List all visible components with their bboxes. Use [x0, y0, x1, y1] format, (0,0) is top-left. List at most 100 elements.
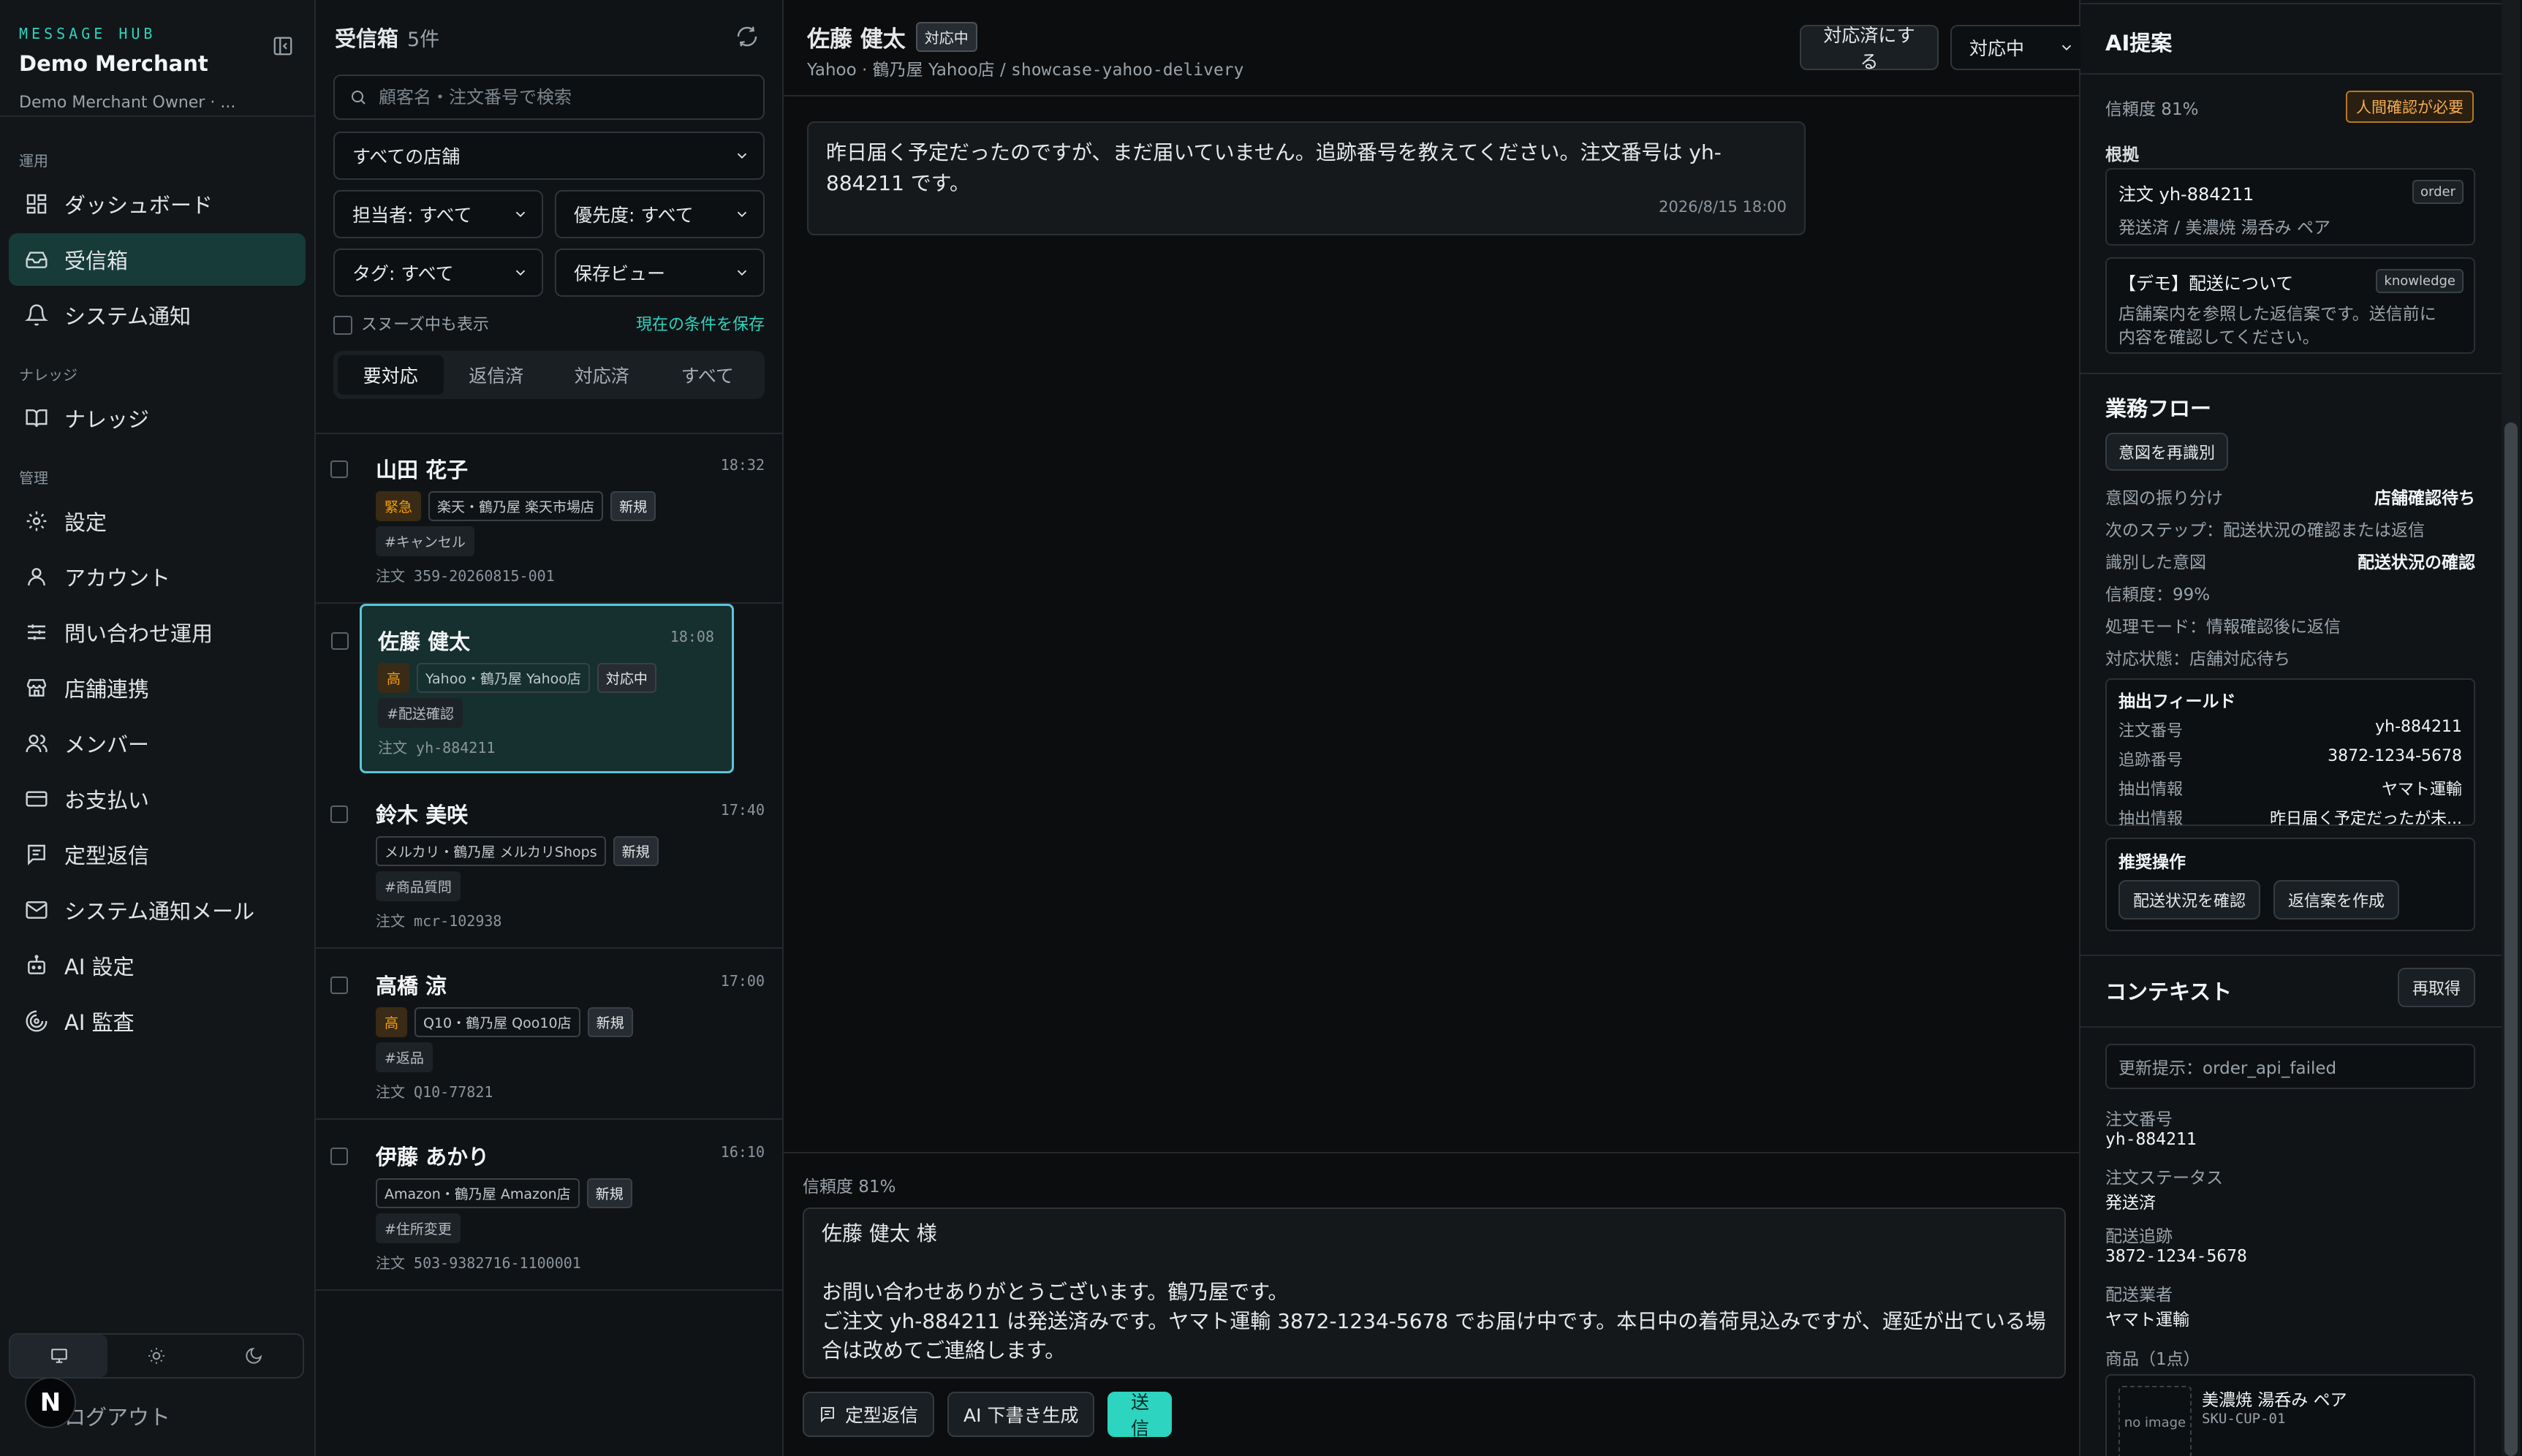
flow-value: 店舗確認待ち	[2374, 489, 2475, 508]
ai-draft-button[interactable]: AI 下書き生成	[947, 1392, 1095, 1437]
sidebar-item-ai-settings[interactable]: AI 設定	[9, 939, 306, 992]
sidebar-item-label: 設定	[64, 510, 107, 535]
store-badge: Q10・鶴乃屋 Qoo10店	[414, 1007, 580, 1037]
row-checkbox[interactable]	[331, 632, 349, 650]
conversation-row[interactable]: 鈴木 美咲 17:40 メルカリ・鶴乃屋 メルカリShops 新規 #商品質問 …	[316, 779, 782, 949]
theme-system-button[interactable]	[10, 1335, 108, 1377]
panel-scrollbar-thumb[interactable]	[2504, 422, 2518, 1456]
tab-all[interactable]: すべて	[655, 355, 761, 395]
product-sku: SKU-CUP-01	[2202, 1411, 2286, 1427]
sidebar-item-label: 定型返信	[64, 843, 150, 868]
field-value: 昨日届く予定だったが未...	[2270, 810, 2462, 828]
reply-composer: 信頼度 81% 佐藤 健太 様 お問い合わせありがとうございます。鶴乃屋です。 …	[784, 1152, 2079, 1456]
field-value: ヤマト運輸	[2381, 781, 2462, 799]
channel-slug: showcase-yahoo-delivery	[1011, 61, 1244, 80]
mark-done-button[interactable]: 対応済にする	[1800, 25, 1939, 72]
sliders-icon	[28, 624, 45, 640]
reidentify-intent-button[interactable]: 意図を再識別	[2105, 433, 2229, 471]
sidebar-item-store-link[interactable]: 店舗連携	[9, 661, 306, 714]
product-image-placeholder: no image	[2118, 1386, 2192, 1456]
store-badge: メルカリ・鶴乃屋 メルカリShops	[376, 836, 606, 866]
basis-card-order[interactable]: 注文 yh-884211 order 発送済 / 美濃焼 湯呑み ペア	[2105, 168, 2475, 246]
sidebar-item-notice-mail[interactable]: システム通知メール	[9, 884, 306, 936]
search-input[interactable]	[377, 86, 716, 108]
order-value: yh-884211	[416, 739, 496, 757]
merchant-owner[interactable]: Demo Merchant Owner · ...	[19, 94, 295, 112]
sidebar-collapse-icon[interactable]	[272, 35, 294, 57]
sidebar-item-account[interactable]: アカウント	[9, 550, 306, 603]
conversation-row[interactable]: 山田 花子 18:32 緊急 楽天・鶴乃屋 楽天市場店 新規 #キャンセル 注文…	[316, 434, 782, 604]
save-condition-link[interactable]: 現在の条件を保存	[636, 311, 765, 335]
tag-filter-select[interactable]: タグ: すべて	[333, 249, 543, 297]
row-checkbox[interactable]	[330, 977, 348, 994]
avatar[interactable]: N	[25, 1377, 76, 1428]
sidebar-item-inquiry-ops[interactable]: 問い合わせ運用	[9, 606, 306, 659]
row-checkbox[interactable]	[330, 1148, 348, 1165]
row-checkbox[interactable]	[330, 805, 348, 823]
basis-title-text: 注文 yh-884211	[2118, 184, 2254, 205]
flow-key: 意図の振り分け	[2105, 489, 2223, 508]
sidebar-item-system-notice[interactable]: システム通知	[9, 289, 306, 341]
customer-name: 佐藤 健太	[807, 26, 906, 53]
sidebar-item-dashboard[interactable]: ダッシュボード	[9, 178, 306, 230]
basis-card-knowledge[interactable]: 【デモ】配送について knowledge 店舗案内を参照した返信案です。送信前に…	[2105, 257, 2475, 354]
hashtag-badge: #返品	[376, 1042, 433, 1072]
inbox-search[interactable]	[333, 75, 765, 120]
sidebar-item-knowledge[interactable]: ナレッジ	[9, 392, 306, 444]
recommended-actions-card: 推奨操作 配送状況を確認 返信案を作成	[2105, 838, 2475, 931]
row-checkbox[interactable]	[330, 460, 348, 478]
assignee-filter-select[interactable]: 担当者: すべて	[333, 190, 543, 238]
store-filter-select[interactable]: すべての店舗	[333, 132, 765, 180]
products-label: 商品（1点）	[2105, 1350, 2200, 1369]
theme-light-button[interactable]	[107, 1335, 205, 1377]
tab-needs-action[interactable]: 要対応	[338, 355, 444, 395]
order-value: Q10-77821	[414, 1083, 493, 1101]
priority-filter-value: 優先度: すべて	[574, 205, 694, 226]
hashtag-badge: #キャンセル	[376, 526, 474, 556]
conversation-header: 佐藤 健太 対応中 Yahoo · 鶴乃屋 Yahoo店 / showcase-…	[784, 0, 2089, 96]
sidebar-item-inbox[interactable]: 受信箱	[9, 233, 306, 286]
priority-filter-select[interactable]: 優先度: すべて	[555, 190, 765, 238]
refresh-icon[interactable]	[735, 25, 759, 48]
snooze-toggle[interactable]: スヌーズ中も表示	[333, 311, 489, 335]
template-reply-button[interactable]: 定型返信	[803, 1392, 935, 1437]
status-badge: 新規	[586, 1178, 632, 1208]
conversation-row[interactable]: 高橋 涼 17:00 高 Q10・鶴乃屋 Qoo10店 新規 #返品 注文 Q1…	[316, 950, 782, 1120]
sidebar-item-templates[interactable]: 定型返信	[9, 828, 306, 881]
sidebar-item-members[interactable]: メンバー	[9, 717, 306, 770]
sidebar-item-billing[interactable]: お支払い	[9, 773, 306, 825]
conversation-row-selected[interactable]: 佐藤 健太 18:08 高 Yahoo・鶴乃屋 Yahoo店 対応中 #配送確認…	[331, 604, 734, 773]
tag-filter-value: タグ: すべて	[352, 263, 454, 284]
check-shipping-button[interactable]: 配送状況を確認	[2118, 880, 2261, 920]
status-select[interactable]: 対応中	[1950, 25, 2089, 70]
saved-view-select[interactable]: 保存ビュー	[555, 249, 765, 297]
filter-row-1: 担当者: すべて 優先度: すべて	[333, 190, 765, 238]
field-row: 注文番号 yh-884211	[2118, 718, 2462, 741]
send-button[interactable]: 送信	[1107, 1392, 1173, 1439]
row-time: 17:40	[720, 801, 765, 819]
context-value: 発送済	[2105, 1194, 2156, 1213]
conversation-row[interactable]: 伊藤 あかり 16:10 Amazon・鶴乃屋 Amazon店 新規 #住所変更…	[316, 1121, 782, 1291]
chevron-down-icon	[515, 270, 526, 276]
sidebar-item-ai-audit[interactable]: AI 監査	[9, 995, 306, 1047]
recommended-title: 推奨操作	[2118, 853, 2186, 872]
merchant-name: Demo Merchant	[19, 51, 208, 76]
status-select-value: 対応中	[1969, 38, 2025, 59]
inbox-panel: 受信箱 5件 すべての店舗 担当者: すべて 優先度: すべて タグ: すべて	[316, 0, 784, 1456]
product-card[interactable]: no image 美濃焼 湯呑み ペア SKU-CUP-01	[2105, 1374, 2475, 1456]
tab-replied[interactable]: 返信済	[444, 355, 550, 395]
logout-label: ログアウト	[64, 1405, 171, 1430]
context-title: コンテキスト	[2105, 979, 2233, 1004]
template-icon	[821, 1407, 834, 1423]
theme-dark-button[interactable]	[205, 1335, 303, 1377]
sidebar-item-settings[interactable]: 設定	[9, 495, 306, 547]
create-reply-button[interactable]: 返信案を作成	[2273, 880, 2400, 920]
tab-done[interactable]: 対応済	[549, 355, 655, 395]
search-icon	[352, 91, 366, 105]
customer-name: 山田 花子	[376, 458, 469, 482]
snooze-checkbox[interactable]	[333, 316, 352, 335]
reply-textarea[interactable]: 佐藤 健太 様 お問い合わせありがとうございます。鶴乃屋です。 ご注文 yh-8…	[803, 1207, 2066, 1379]
field-row: 抽出情報 昨日届く予定だったが未...	[2118, 805, 2462, 829]
context-value: ヤマト運輸	[2105, 1311, 2189, 1330]
refetch-button[interactable]: 再取得	[2397, 968, 2475, 1007]
